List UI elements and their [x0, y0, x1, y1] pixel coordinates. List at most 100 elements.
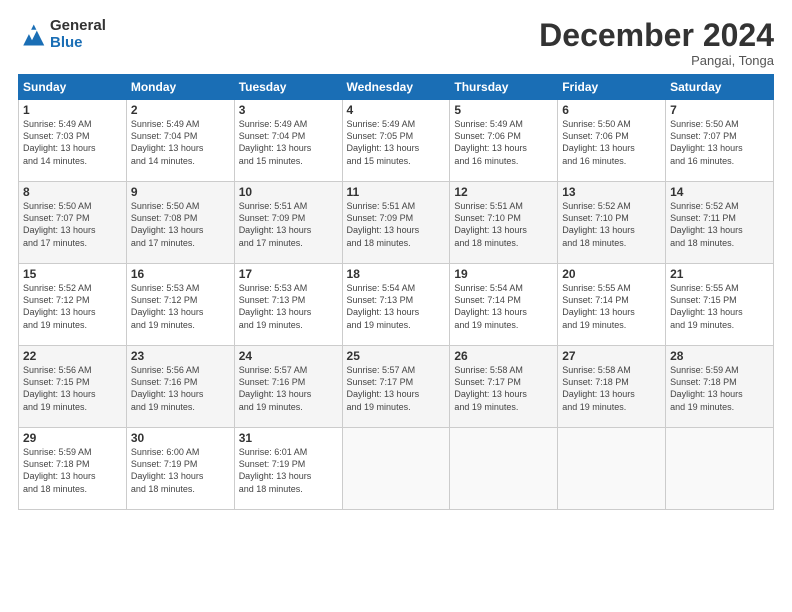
day-info: Sunrise: 5:50 AM Sunset: 7:06 PM Dayligh…	[562, 118, 661, 167]
day-info: Sunrise: 5:50 AM Sunset: 7:08 PM Dayligh…	[131, 200, 230, 249]
calendar-cell: 17Sunrise: 5:53 AM Sunset: 7:13 PM Dayli…	[234, 264, 342, 346]
calendar-cell: 10Sunrise: 5:51 AM Sunset: 7:09 PM Dayli…	[234, 182, 342, 264]
day-number: 3	[239, 103, 338, 117]
day-info: Sunrise: 5:49 AM Sunset: 7:04 PM Dayligh…	[131, 118, 230, 167]
calendar-cell: 23Sunrise: 5:56 AM Sunset: 7:16 PM Dayli…	[126, 346, 234, 428]
day-number: 1	[23, 103, 122, 117]
day-info: Sunrise: 5:51 AM Sunset: 7:09 PM Dayligh…	[239, 200, 338, 249]
calendar-cell: 13Sunrise: 5:52 AM Sunset: 7:10 PM Dayli…	[558, 182, 666, 264]
calendar-week-row: 8Sunrise: 5:50 AM Sunset: 7:07 PM Daylig…	[19, 182, 774, 264]
calendar-cell: 12Sunrise: 5:51 AM Sunset: 7:10 PM Dayli…	[450, 182, 558, 264]
logo-text: General Blue	[50, 18, 106, 51]
day-number: 21	[670, 267, 769, 281]
day-info: Sunrise: 5:59 AM Sunset: 7:18 PM Dayligh…	[23, 446, 122, 495]
day-of-week-header: Friday	[558, 75, 666, 100]
day-number: 24	[239, 349, 338, 363]
day-number: 12	[454, 185, 553, 199]
day-info: Sunrise: 5:51 AM Sunset: 7:09 PM Dayligh…	[347, 200, 446, 249]
day-info: Sunrise: 5:49 AM Sunset: 7:04 PM Dayligh…	[239, 118, 338, 167]
calendar-cell: 29Sunrise: 5:59 AM Sunset: 7:18 PM Dayli…	[19, 428, 127, 510]
day-info: Sunrise: 5:52 AM Sunset: 7:10 PM Dayligh…	[562, 200, 661, 249]
day-info: Sunrise: 5:50 AM Sunset: 7:07 PM Dayligh…	[670, 118, 769, 167]
day-number: 19	[454, 267, 553, 281]
day-of-week-header: Tuesday	[234, 75, 342, 100]
day-info: Sunrise: 5:54 AM Sunset: 7:13 PM Dayligh…	[347, 282, 446, 331]
calendar-week-row: 1Sunrise: 5:49 AM Sunset: 7:03 PM Daylig…	[19, 100, 774, 182]
day-info: Sunrise: 5:57 AM Sunset: 7:16 PM Dayligh…	[239, 364, 338, 413]
calendar-cell	[666, 428, 774, 510]
calendar-cell: 7Sunrise: 5:50 AM Sunset: 7:07 PM Daylig…	[666, 100, 774, 182]
calendar-cell: 6Sunrise: 5:50 AM Sunset: 7:06 PM Daylig…	[558, 100, 666, 182]
calendar-cell: 4Sunrise: 5:49 AM Sunset: 7:05 PM Daylig…	[342, 100, 450, 182]
day-number: 23	[131, 349, 230, 363]
day-number: 31	[239, 431, 338, 445]
day-number: 11	[347, 185, 446, 199]
calendar-cell: 25Sunrise: 5:57 AM Sunset: 7:17 PM Dayli…	[342, 346, 450, 428]
day-number: 27	[562, 349, 661, 363]
logo-blue-text: Blue	[50, 35, 106, 52]
day-number: 6	[562, 103, 661, 117]
calendar-cell: 2Sunrise: 5:49 AM Sunset: 7:04 PM Daylig…	[126, 100, 234, 182]
day-of-week-header: Wednesday	[342, 75, 450, 100]
logo-icon	[18, 21, 46, 49]
day-number: 4	[347, 103, 446, 117]
day-of-week-header: Sunday	[19, 75, 127, 100]
day-number: 14	[670, 185, 769, 199]
day-info: Sunrise: 5:52 AM Sunset: 7:12 PM Dayligh…	[23, 282, 122, 331]
month-title: December 2024	[539, 18, 774, 53]
calendar-cell: 5Sunrise: 5:49 AM Sunset: 7:06 PM Daylig…	[450, 100, 558, 182]
calendar-cell: 26Sunrise: 5:58 AM Sunset: 7:17 PM Dayli…	[450, 346, 558, 428]
calendar-cell: 3Sunrise: 5:49 AM Sunset: 7:04 PM Daylig…	[234, 100, 342, 182]
day-number: 18	[347, 267, 446, 281]
calendar-cell: 24Sunrise: 5:57 AM Sunset: 7:16 PM Dayli…	[234, 346, 342, 428]
calendar-cell: 9Sunrise: 5:50 AM Sunset: 7:08 PM Daylig…	[126, 182, 234, 264]
day-info: Sunrise: 5:49 AM Sunset: 7:06 PM Dayligh…	[454, 118, 553, 167]
day-of-week-header: Thursday	[450, 75, 558, 100]
day-info: Sunrise: 5:56 AM Sunset: 7:15 PM Dayligh…	[23, 364, 122, 413]
day-info: Sunrise: 5:53 AM Sunset: 7:12 PM Dayligh…	[131, 282, 230, 331]
day-info: Sunrise: 5:49 AM Sunset: 7:03 PM Dayligh…	[23, 118, 122, 167]
day-info: Sunrise: 5:58 AM Sunset: 7:18 PM Dayligh…	[562, 364, 661, 413]
calendar-week-row: 15Sunrise: 5:52 AM Sunset: 7:12 PM Dayli…	[19, 264, 774, 346]
calendar-week-row: 22Sunrise: 5:56 AM Sunset: 7:15 PM Dayli…	[19, 346, 774, 428]
day-number: 25	[347, 349, 446, 363]
day-number: 2	[131, 103, 230, 117]
day-info: Sunrise: 5:59 AM Sunset: 7:18 PM Dayligh…	[670, 364, 769, 413]
day-of-week-header: Monday	[126, 75, 234, 100]
day-number: 15	[23, 267, 122, 281]
day-info: Sunrise: 5:49 AM Sunset: 7:05 PM Dayligh…	[347, 118, 446, 167]
calendar-cell: 15Sunrise: 5:52 AM Sunset: 7:12 PM Dayli…	[19, 264, 127, 346]
calendar-cell: 28Sunrise: 5:59 AM Sunset: 7:18 PM Dayli…	[666, 346, 774, 428]
day-info: Sunrise: 5:56 AM Sunset: 7:16 PM Dayligh…	[131, 364, 230, 413]
day-info: Sunrise: 5:55 AM Sunset: 7:15 PM Dayligh…	[670, 282, 769, 331]
day-info: Sunrise: 5:50 AM Sunset: 7:07 PM Dayligh…	[23, 200, 122, 249]
day-number: 5	[454, 103, 553, 117]
day-number: 13	[562, 185, 661, 199]
calendar-cell: 18Sunrise: 5:54 AM Sunset: 7:13 PM Dayli…	[342, 264, 450, 346]
calendar-cell: 30Sunrise: 6:00 AM Sunset: 7:19 PM Dayli…	[126, 428, 234, 510]
day-number: 16	[131, 267, 230, 281]
header: General Blue December 2024 Pangai, Tonga	[18, 18, 774, 68]
calendar-cell	[342, 428, 450, 510]
day-info: Sunrise: 5:52 AM Sunset: 7:11 PM Dayligh…	[670, 200, 769, 249]
calendar-cell: 14Sunrise: 5:52 AM Sunset: 7:11 PM Dayli…	[666, 182, 774, 264]
calendar-table: SundayMondayTuesdayWednesdayThursdayFrid…	[18, 74, 774, 510]
day-number: 7	[670, 103, 769, 117]
day-info: Sunrise: 5:54 AM Sunset: 7:14 PM Dayligh…	[454, 282, 553, 331]
calendar-cell: 8Sunrise: 5:50 AM Sunset: 7:07 PM Daylig…	[19, 182, 127, 264]
calendar-cell: 16Sunrise: 5:53 AM Sunset: 7:12 PM Dayli…	[126, 264, 234, 346]
calendar-page: General Blue December 2024 Pangai, Tonga…	[0, 0, 792, 612]
day-info: Sunrise: 5:57 AM Sunset: 7:17 PM Dayligh…	[347, 364, 446, 413]
day-number: 10	[239, 185, 338, 199]
day-number: 22	[23, 349, 122, 363]
calendar-cell: 11Sunrise: 5:51 AM Sunset: 7:09 PM Dayli…	[342, 182, 450, 264]
day-number: 9	[131, 185, 230, 199]
location: Pangai, Tonga	[539, 53, 774, 68]
calendar-cell: 19Sunrise: 5:54 AM Sunset: 7:14 PM Dayli…	[450, 264, 558, 346]
day-info: Sunrise: 5:53 AM Sunset: 7:13 PM Dayligh…	[239, 282, 338, 331]
day-info: Sunrise: 5:51 AM Sunset: 7:10 PM Dayligh…	[454, 200, 553, 249]
day-info: Sunrise: 5:58 AM Sunset: 7:17 PM Dayligh…	[454, 364, 553, 413]
day-info: Sunrise: 5:55 AM Sunset: 7:14 PM Dayligh…	[562, 282, 661, 331]
day-number: 20	[562, 267, 661, 281]
logo: General Blue	[18, 18, 106, 51]
